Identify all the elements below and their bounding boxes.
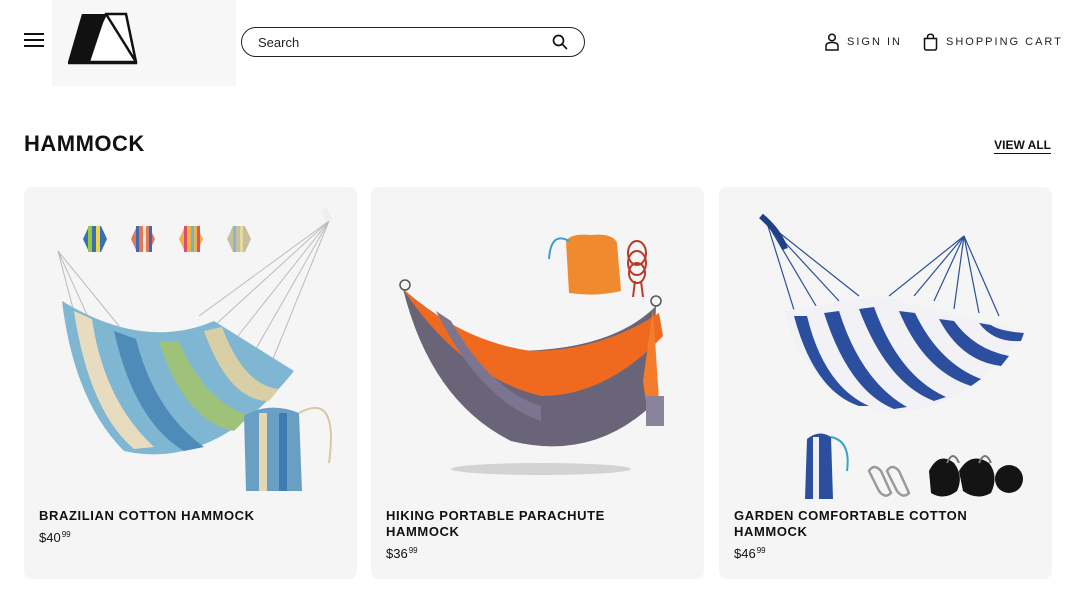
sign-in-label: SIGN IN	[847, 36, 902, 48]
sign-in-link[interactable]: SIGN IN	[825, 32, 902, 52]
product-price: $4699	[734, 546, 766, 561]
product-image	[399, 234, 664, 475]
color-swatches	[83, 226, 251, 252]
product-card[interactable]: BRAZILIAN COTTON HAMMOCK $4099	[24, 187, 357, 579]
price-main: $36	[386, 546, 408, 561]
product-image	[57, 207, 332, 491]
price-cents: 99	[408, 546, 418, 555]
product-image	[759, 213, 1024, 499]
price-cents: 99	[756, 546, 766, 555]
view-all-link[interactable]: VIEW ALL	[994, 138, 1051, 154]
shopping-bag-icon	[923, 33, 938, 51]
price-main: $46	[734, 546, 756, 561]
shopping-cart-label: SHOPPING CART	[946, 36, 1063, 48]
logo-link[interactable]	[52, 0, 236, 86]
product-price: $4099	[39, 530, 71, 545]
price-cents: 99	[61, 530, 71, 539]
site-header: SIGN IN SHOPPING CART	[0, 0, 1080, 86]
menu-icon[interactable]	[24, 33, 44, 49]
price-main: $40	[39, 530, 61, 545]
product-name: GARDEN COMFORTABLE COTTON HAMMOCK	[734, 508, 968, 539]
product-name: BRAZILIAN COTTON HAMMOCK	[39, 508, 255, 523]
product-name: HIKING PORTABLE PARACHUTE HAMMOCK	[386, 508, 605, 539]
shopping-cart-link[interactable]: SHOPPING CART	[923, 32, 1063, 52]
search-input[interactable]	[258, 34, 538, 50]
product-card[interactable]: HIKING PORTABLE PARACHUTE HAMMOCK $3699	[371, 187, 704, 579]
logo-tent-icon	[68, 12, 138, 65]
section-title: HAMMOCK	[24, 131, 145, 156]
search-icon[interactable]	[552, 34, 568, 50]
search-bar	[241, 27, 585, 57]
product-card[interactable]: GARDEN COMFORTABLE COTTON HAMMOCK $4699	[719, 187, 1052, 579]
user-icon	[825, 33, 839, 51]
product-price: $3699	[386, 546, 418, 561]
